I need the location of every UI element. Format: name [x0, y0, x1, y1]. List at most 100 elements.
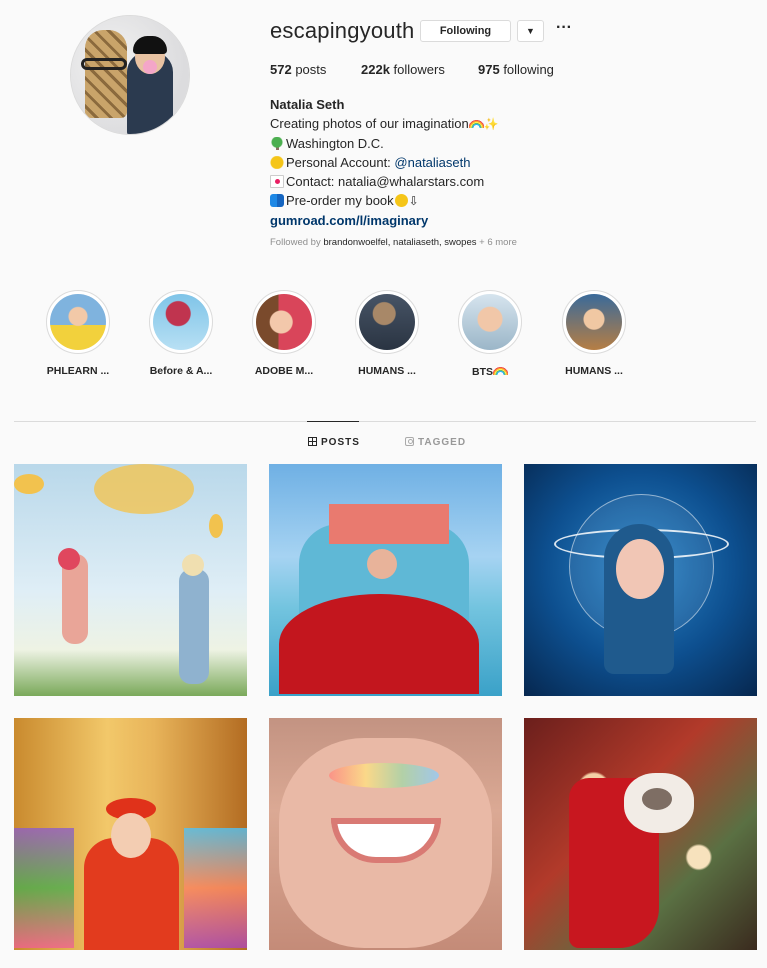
grid-icon [308, 437, 317, 446]
post-figure-hair [58, 548, 80, 570]
post-figure-right [179, 569, 209, 684]
followed-by-prefix: Followed by [270, 237, 324, 248]
post-thumbnail[interactable] [269, 464, 502, 696]
post-banana-shape [94, 464, 194, 514]
highlight-ring [149, 290, 213, 354]
followed-by-more: + 6 more [476, 237, 517, 248]
website-link[interactable]: gumroad.com/l/imaginary [270, 211, 499, 230]
avatar-person-hair [133, 36, 167, 54]
tabs-divider [14, 421, 756, 422]
profile-bio: Natalia Seth Creating photos of our imag… [270, 95, 499, 230]
bio-line-2-text: Washington D.C. [286, 136, 384, 151]
post-figure-head [182, 554, 204, 576]
highlight-label: BTS [438, 365, 542, 378]
highlight-ring [46, 290, 110, 354]
love-letter-emoji-icon [270, 175, 284, 188]
post-figure-face [111, 813, 151, 858]
avatar-bubblegum [143, 60, 157, 74]
rainbow-emoji-icon [468, 118, 484, 128]
highlight-ring [252, 290, 316, 354]
highlight-ring [458, 290, 522, 354]
down-arrow-icon: ⇩ [408, 194, 419, 208]
bio-line-5: Pre-order my book ⇩ [270, 191, 499, 211]
post-thumbnail[interactable] [524, 464, 757, 696]
highlight-phlearn[interactable]: PHLEARN ... [46, 290, 110, 377]
post-cat-patch [642, 788, 672, 810]
post-banana-shape [14, 474, 44, 494]
bio-line-3: Personal Account: @nataliaseth [270, 153, 499, 172]
post-banana-shape [209, 514, 223, 538]
tab-posts[interactable]: POSTS [308, 437, 360, 448]
bio-line-1: Creating photos of our imagination ✨ [270, 114, 499, 134]
post-hands-left [14, 828, 74, 948]
post-thumbnail[interactable] [14, 464, 247, 696]
bio-line-1-text: Creating photos of our imagination [270, 116, 469, 131]
highlight-label: HUMANS ... [565, 365, 623, 377]
post-thumbnail[interactable] [14, 718, 247, 950]
followers-count-stat[interactable]: 222k followers [361, 62, 445, 77]
highlight-thumbnail [359, 294, 415, 350]
active-tab-indicator [307, 421, 359, 422]
tagged-icon [405, 437, 414, 446]
chevron-down-icon: ▼ [526, 26, 535, 36]
post-hands-right [184, 828, 247, 948]
highlight-ring [355, 290, 419, 354]
highlight-bts[interactable]: BTS [458, 290, 522, 378]
bio-line-4: Contact: natalia@whalarstars.com [270, 172, 499, 191]
profile-full-name: Natalia Seth [270, 97, 345, 112]
highlight-humans-1[interactable]: HUMANS ... [355, 290, 419, 377]
highlight-thumbnail [256, 294, 312, 350]
posts-label: posts [291, 62, 327, 77]
highlight-label: PHLEARN ... [46, 365, 110, 377]
post-figure-head [367, 549, 397, 579]
following-label: following [499, 62, 554, 77]
highlight-ring [562, 290, 626, 354]
more-options-icon: ··· [556, 19, 572, 36]
post-figure-face [616, 539, 664, 599]
followed-by-text[interactable]: Followed by brandonwoelfel, nataliaseth,… [270, 237, 517, 248]
tab-posts-label: POSTS [321, 437, 360, 448]
highlight-thumbnail [462, 294, 518, 350]
post-red-gown [279, 594, 479, 694]
following-count: 975 [478, 62, 500, 77]
avatar-giraffe [85, 30, 127, 118]
yellow-heart-emoji-icon [270, 156, 284, 169]
bio-line-2: Washington D.C. [270, 134, 499, 153]
profile-avatar[interactable] [70, 15, 190, 135]
highlight-label: Before & A... [149, 365, 213, 377]
highlight-thumbnail [153, 294, 209, 350]
tab-tagged[interactable]: TAGGED [405, 437, 466, 448]
tree-emoji-icon [270, 137, 284, 150]
more-options-button[interactable]: ··· [553, 18, 575, 40]
profile-username: escapingyouth [270, 18, 415, 43]
post-rainbow-freckles [329, 763, 439, 788]
smirk-emoji-icon [394, 194, 408, 207]
bio-line-3-text: Personal Account: [286, 155, 395, 170]
personal-account-link[interactable]: @nataliaseth [394, 155, 470, 170]
avatar-glasses [81, 58, 127, 70]
posts-count: 572 [270, 62, 292, 77]
following-count-stat[interactable]: 975 following [478, 62, 554, 77]
followed-by-names: brandonwoelfel, nataliaseth, swopes [323, 237, 477, 248]
highlight-thumbnail [50, 294, 106, 350]
post-thumbnail[interactable] [524, 718, 757, 950]
bio-line-5-text: Pre-order my book [286, 193, 394, 208]
book-emoji-icon [270, 194, 284, 207]
highlight-thumbnail [566, 294, 622, 350]
followers-count: 222k [361, 62, 390, 77]
highlight-label: HUMANS ... [358, 365, 416, 377]
highlight-humans-2[interactable]: HUMANS ... [562, 290, 626, 377]
post-castle-roof [329, 504, 449, 544]
highlight-label: ADOBE M... [254, 365, 314, 377]
sparkles-emoji-icon: ✨ [483, 117, 499, 131]
followers-label: followers [389, 62, 445, 77]
highlight-before-after[interactable]: Before & A... [149, 290, 213, 377]
following-button[interactable]: Following [420, 20, 511, 42]
rainbow-emoji-icon [493, 365, 508, 375]
highlight-label-text: BTS [472, 366, 493, 378]
highlight-adobe[interactable]: ADOBE M... [252, 290, 316, 377]
post-thumbnail[interactable] [269, 718, 502, 950]
bio-line-4-text: Contact: natalia@whalarstars.com [286, 174, 485, 189]
tab-tagged-label: TAGGED [418, 437, 467, 448]
dropdown-button[interactable]: ▼ [517, 20, 544, 42]
